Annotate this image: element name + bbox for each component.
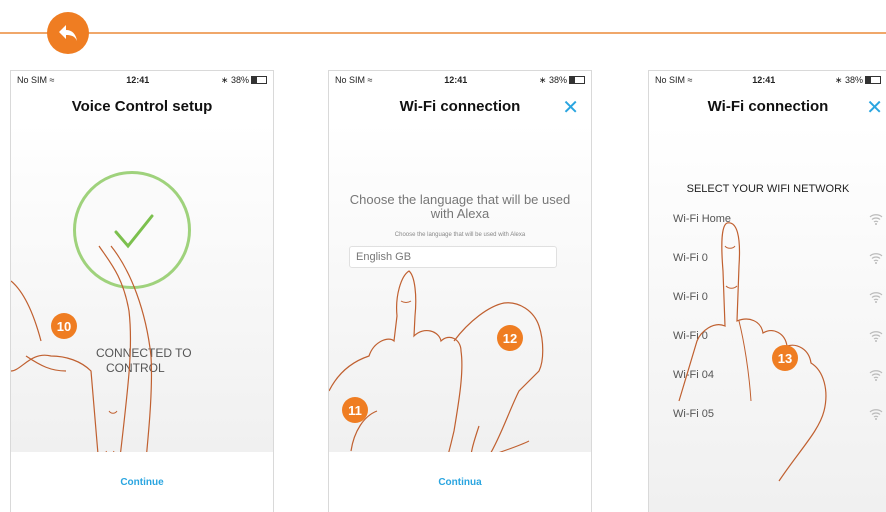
step-badge: 10: [51, 313, 77, 339]
continue-button-label: Continue: [120, 476, 164, 488]
step-badge: 11: [342, 397, 368, 423]
continue-button[interactable]: Continue: [11, 452, 273, 512]
phone-screen-wifi: No SIM ≈ 12:41 ∗ 38% Wi-Fi connection ✕ …: [648, 70, 886, 512]
back-arrow-icon: [59, 25, 77, 41]
back-button[interactable]: [47, 12, 89, 54]
continue-button-label: Continua: [438, 476, 482, 488]
phone-screen-voice-setup: No SIM ≈ 12:41 ∗ 38% Voice Control setup…: [10, 70, 274, 512]
pointing-hand-illustration: [678, 222, 827, 482]
pointing-hand-illustration: [11, 245, 153, 512]
step-badge: 13: [772, 345, 798, 371]
header-divider: [0, 32, 886, 34]
phone-screen-language: No SIM ≈ 12:41 ∗ 38% Wi-Fi connection ✕ …: [328, 70, 592, 512]
step-badge: 12: [497, 325, 523, 351]
continue-button[interactable]: Continua: [329, 452, 591, 512]
pointing-hand-illustration: [329, 270, 544, 512]
